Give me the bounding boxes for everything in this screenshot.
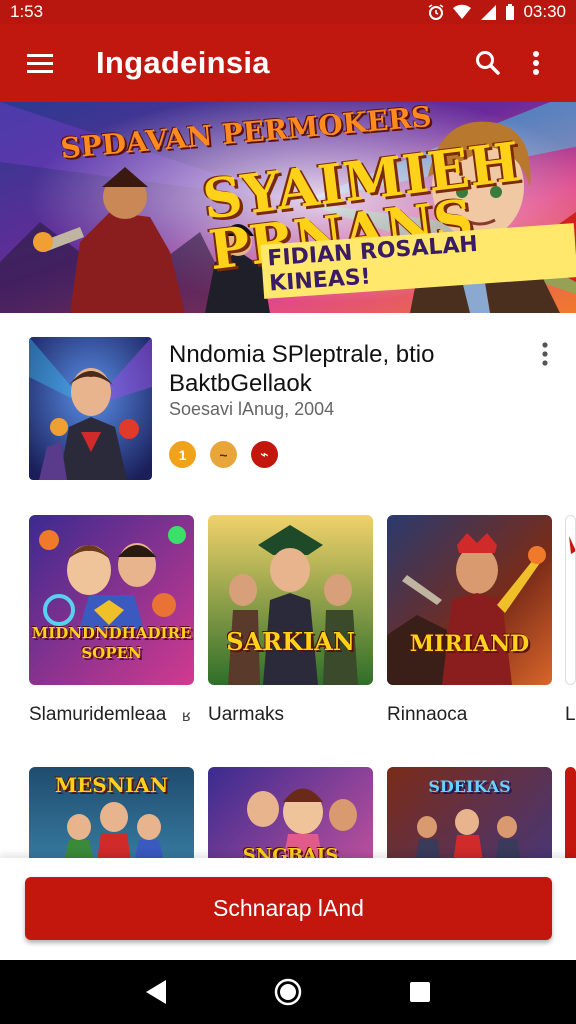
game-thumbnail[interactable]: SARKIAN	[208, 515, 373, 685]
app-title: Ingadeinsia	[96, 45, 270, 80]
game-label[interactable]: Rinnaoca	[387, 704, 552, 726]
coin-icon: 1	[169, 441, 196, 468]
game-card[interactable]: SNGBAIS	[208, 767, 373, 858]
game-card[interactable]: MIDNDNDHADIRE SOPEN Slamuridemleaa	[29, 515, 194, 726]
overflow-menu-button[interactable]	[512, 39, 560, 87]
more-vert-icon	[542, 342, 548, 366]
status-time-right: 03:30	[523, 2, 566, 21]
battery-icon	[505, 4, 515, 20]
game-thumb-caption: SDEIKAS	[428, 777, 511, 796]
system-nav-bar	[0, 960, 576, 1024]
mustache-icon: ~	[210, 441, 237, 468]
recents-button[interactable]	[390, 962, 450, 1022]
more-vert-icon	[533, 51, 539, 75]
wifi-icon	[453, 4, 472, 20]
game-thumb-caption: SNGBAIS	[242, 845, 339, 858]
hero-banner[interactable]: SPDAVAN PERMOKERS SYAIMIEH PRNANS FIDIAN…	[0, 102, 576, 313]
game-label[interactable]: Uarmaks	[208, 704, 373, 726]
back-button[interactable]	[126, 962, 186, 1022]
game-thumbnail[interactable]: MIRIAND	[387, 515, 552, 685]
game-row-1: MIDNDNDHADIRE SOPEN Slamuridemleaa ʁ SAR…	[0, 515, 576, 745]
game-label[interactable]: L	[565, 704, 576, 726]
featured-more-button[interactable]	[530, 339, 560, 369]
game-thumb-caption: SARKIAN	[226, 627, 355, 656]
fire-icon: ⌁	[251, 441, 278, 468]
game-card[interactable]: MESNIAN	[29, 767, 194, 858]
game-card[interactable]	[565, 767, 576, 858]
home-button[interactable]	[258, 962, 318, 1022]
game-thumbnail[interactable]	[565, 515, 576, 685]
featured-title[interactable]: Nndomia SPleptrale, btio BaktbGellaok	[169, 340, 519, 398]
game-card[interactable]: SARKIAN Uarmaks	[208, 515, 373, 726]
recents-icon	[410, 982, 430, 1002]
game-card[interactable]: SDEIKAS	[387, 767, 552, 858]
menu-icon	[27, 54, 53, 73]
game-thumbnail[interactable]	[565, 767, 576, 858]
status-time-left: 1:53	[10, 2, 44, 21]
signal-icon	[479, 4, 497, 20]
featured-badges: 1 ~ ⌁	[169, 441, 278, 468]
back-icon	[146, 980, 166, 1004]
game-label[interactable]: Slamuridemleaa	[29, 704, 194, 726]
featured-item[interactable]: Nndomia SPleptrale, btio BaktbGellaok So…	[0, 313, 576, 503]
status-bar: 1:53 03:30	[0, 0, 576, 24]
app-bar: Ingadeinsia	[0, 24, 576, 102]
game-thumbnail[interactable]: SDEIKAS	[387, 767, 552, 858]
search-icon	[476, 51, 500, 75]
game-row-2: MESNIAN SNGBAIS SDEIKAS	[0, 767, 576, 858]
game-thumb-caption: MIRIAND	[409, 631, 530, 657]
game-label-extra-glyph: ʁ	[182, 708, 191, 725]
game-card[interactable]: L	[565, 515, 576, 726]
game-thumb-caption: MESNIAN	[54, 773, 169, 797]
game-thumbnail[interactable]: SNGBAIS	[208, 767, 373, 858]
primary-action-button[interactable]: Schnarap lAnd	[25, 877, 552, 940]
cta-container: Schnarap lAnd	[0, 858, 576, 960]
search-button[interactable]	[464, 39, 512, 87]
alarm-icon	[427, 4, 445, 20]
home-icon	[274, 978, 302, 1006]
game-thumbnail[interactable]: MIDNDNDHADIRE SOPEN	[29, 515, 194, 685]
menu-button[interactable]	[16, 39, 64, 87]
featured-thumbnail[interactable]	[29, 337, 152, 480]
game-card[interactable]: MIRIAND Rinnaoca	[387, 515, 552, 726]
game-thumb-caption: MIDNDNDHADIRE SOPEN	[31, 624, 192, 662]
game-thumbnail[interactable]: MESNIAN	[29, 767, 194, 858]
featured-date: Soesavi lAnug, 2004	[169, 399, 335, 419]
status-icons: 03:30	[427, 2, 566, 22]
